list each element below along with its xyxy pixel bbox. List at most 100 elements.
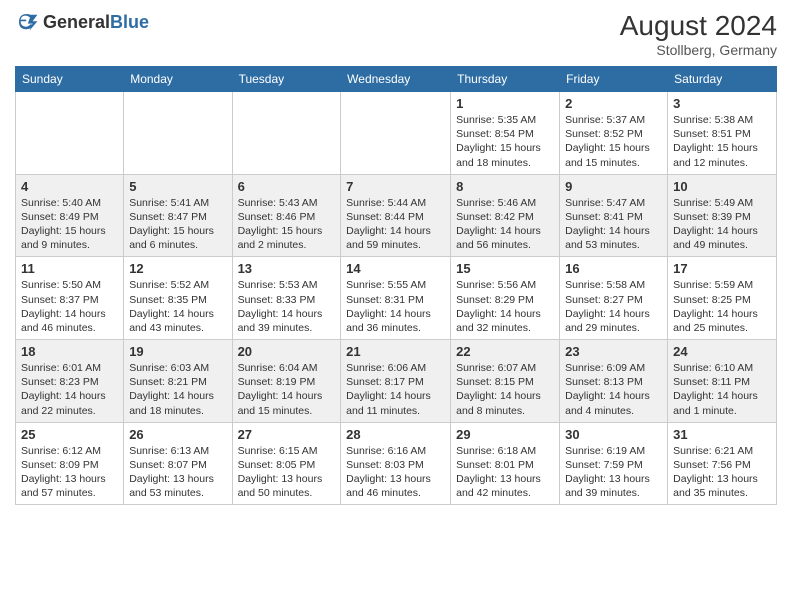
day-number: 18 (21, 344, 118, 359)
day-number: 4 (21, 179, 118, 194)
table-row: 15Sunrise: 5:56 AMSunset: 8:29 PMDayligh… (451, 257, 560, 340)
calendar-week-row: 11Sunrise: 5:50 AMSunset: 8:37 PMDayligh… (16, 257, 777, 340)
day-info: Sunrise: 5:49 AMSunset: 8:39 PMDaylight:… (673, 196, 771, 253)
day-number: 20 (238, 344, 336, 359)
day-info: Sunrise: 6:07 AMSunset: 8:15 PMDaylight:… (456, 361, 554, 418)
day-number: 27 (238, 427, 336, 442)
day-info: Sunrise: 5:56 AMSunset: 8:29 PMDaylight:… (456, 278, 554, 335)
day-number: 29 (456, 427, 554, 442)
table-row: 6Sunrise: 5:43 AMSunset: 8:46 PMDaylight… (232, 174, 341, 257)
day-info: Sunrise: 6:19 AMSunset: 7:59 PMDaylight:… (565, 444, 662, 501)
header-sunday: Sunday (16, 67, 124, 92)
calendar-week-row: 4 Sunrise: 5:40 AMSunset: 8:49 PMDaylight… (16, 174, 777, 257)
table-row: 21Sunrise: 6:06 AMSunset: 8:17 PMDayligh… (341, 340, 451, 423)
day-info: Sunrise: 6:21 AMSunset: 7:56 PMDaylight:… (673, 444, 771, 501)
day-info: Sunrise: 5:52 AMSunset: 8:35 PMDaylight:… (129, 278, 226, 335)
day-info: Sunrise: 5:46 AMSunset: 8:42 PMDaylight:… (456, 196, 554, 253)
header-friday: Friday (560, 67, 668, 92)
table-row: 1Sunrise: 5:35 AMSunset: 8:54 PMDaylight… (451, 92, 560, 175)
table-row: 14 Sunrise: 5:55 AMSunset: 8:31 PMDayligh… (341, 257, 451, 340)
header-saturday: Saturday (668, 67, 777, 92)
header-thursday: Thursday (451, 67, 560, 92)
day-info: Sunrise: 5:50 AMSunset: 8:37 PMDaylight:… (21, 278, 118, 335)
page-header: GeneralBlue August 2024 Stollberg, Germa… (15, 10, 777, 58)
day-info: Sunrise: 5:58 AMSunset: 8:27 PMDaylight:… (565, 278, 662, 335)
day-info: Sunrise: 6:03 AMSunset: 8:21 PMDaylight:… (129, 361, 226, 418)
logo-icon (15, 10, 39, 34)
day-number: 24 (673, 344, 771, 359)
day-info: Sunrise: 5:40 AMSunset: 8:49 PMDaylight:… (21, 196, 118, 253)
header-wednesday: Wednesday (341, 67, 451, 92)
month-year: August 2024 (620, 10, 777, 42)
table-row: 24 Sunrise: 6:10 AMSunset: 8:11 PMDayligh… (668, 340, 777, 423)
day-number: 31 (673, 427, 771, 442)
table-row: 29 Sunrise: 6:18 AMSunset: 8:01 PMDayligh… (451, 422, 560, 505)
day-info: Sunrise: 6:09 AMSunset: 8:13 PMDaylight:… (565, 361, 662, 418)
day-number: 17 (673, 261, 771, 276)
day-info: Sunrise: 6:12 AMSunset: 8:09 PMDaylight:… (21, 444, 118, 501)
day-number: 2 (565, 96, 662, 111)
day-info: Sunrise: 6:01 AMSunset: 8:23 PMDaylight:… (21, 361, 118, 418)
calendar-header-row: Sunday Monday Tuesday Wednesday Thursday… (16, 67, 777, 92)
day-info: Sunrise: 6:13 AMSunset: 8:07 PMDaylight:… (129, 444, 226, 501)
day-number: 26 (129, 427, 226, 442)
table-row: 23 Sunrise: 6:09 AMSunset: 8:13 PMDayligh… (560, 340, 668, 423)
table-row: 10 Sunrise: 5:49 AMSunset: 8:39 PMDayligh… (668, 174, 777, 257)
table-row: 22Sunrise: 6:07 AMSunset: 8:15 PMDayligh… (451, 340, 560, 423)
table-row: 26 Sunrise: 6:13 AMSunset: 8:07 PMDayligh… (124, 422, 232, 505)
table-row: 11Sunrise: 5:50 AMSunset: 8:37 PMDayligh… (16, 257, 124, 340)
day-info: Sunrise: 6:18 AMSunset: 8:01 PMDaylight:… (456, 444, 554, 501)
day-number: 7 (346, 179, 445, 194)
table-row (232, 92, 341, 175)
table-row: 31 Sunrise: 6:21 AMSunset: 7:56 PMDayligh… (668, 422, 777, 505)
day-number: 16 (565, 261, 662, 276)
day-info: Sunrise: 6:06 AMSunset: 8:17 PMDaylight:… (346, 361, 445, 418)
day-number: 13 (238, 261, 336, 276)
calendar-week-row: 25 Sunrise: 6:12 AMSunset: 8:09 PMDayligh… (16, 422, 777, 505)
table-row: 25 Sunrise: 6:12 AMSunset: 8:09 PMDayligh… (16, 422, 124, 505)
day-info: Sunrise: 6:15 AMSunset: 8:05 PMDaylight:… (238, 444, 336, 501)
day-info: Sunrise: 6:16 AMSunset: 8:03 PMDaylight:… (346, 444, 445, 501)
table-row: 7 Sunrise: 5:44 AMSunset: 8:44 PMDaylight… (341, 174, 451, 257)
table-row: 2 Sunrise: 5:37 AMSunset: 8:52 PMDaylight… (560, 92, 668, 175)
day-number: 25 (21, 427, 118, 442)
day-number: 23 (565, 344, 662, 359)
table-row: 5Sunrise: 5:41 AMSunset: 8:47 PMDaylight… (124, 174, 232, 257)
title-block: August 2024 Stollberg, Germany (620, 10, 777, 58)
day-number: 9 (565, 179, 662, 194)
table-row: 12Sunrise: 5:52 AMSunset: 8:35 PMDayligh… (124, 257, 232, 340)
table-row: 30Sunrise: 6:19 AMSunset: 7:59 PMDayligh… (560, 422, 668, 505)
table-row: 19 Sunrise: 6:03 AMSunset: 8:21 PMDayligh… (124, 340, 232, 423)
day-number: 14 (346, 261, 445, 276)
calendar-week-row: 1Sunrise: 5:35 AMSunset: 8:54 PMDaylight… (16, 92, 777, 175)
table-row: 4 Sunrise: 5:40 AMSunset: 8:49 PMDaylight… (16, 174, 124, 257)
day-number: 28 (346, 427, 445, 442)
day-info: Sunrise: 6:04 AMSunset: 8:19 PMDaylight:… (238, 361, 336, 418)
table-row: 3Sunrise: 5:38 AMSunset: 8:51 PMDaylight… (668, 92, 777, 175)
day-number: 8 (456, 179, 554, 194)
day-number: 10 (673, 179, 771, 194)
day-info: Sunrise: 5:47 AMSunset: 8:41 PMDaylight:… (565, 196, 662, 253)
calendar-table: Sunday Monday Tuesday Wednesday Thursday… (15, 66, 777, 505)
day-info: Sunrise: 5:44 AMSunset: 8:44 PMDaylight:… (346, 196, 445, 253)
day-number: 1 (456, 96, 554, 111)
header-monday: Monday (124, 67, 232, 92)
table-row (124, 92, 232, 175)
table-row: 27 Sunrise: 6:15 AMSunset: 8:05 PMDayligh… (232, 422, 341, 505)
day-info: Sunrise: 5:59 AMSunset: 8:25 PMDaylight:… (673, 278, 771, 335)
day-info: Sunrise: 5:55 AMSunset: 8:31 PMDaylight:… (346, 278, 445, 335)
table-row: 28 Sunrise: 6:16 AMSunset: 8:03 PMDayligh… (341, 422, 451, 505)
day-number: 19 (129, 344, 226, 359)
table-row (341, 92, 451, 175)
logo: GeneralBlue (15, 10, 149, 34)
table-row (16, 92, 124, 175)
day-number: 5 (129, 179, 226, 194)
calendar-week-row: 18 Sunrise: 6:01 AMSunset: 8:23 PMDayligh… (16, 340, 777, 423)
day-info: Sunrise: 5:37 AMSunset: 8:52 PMDaylight:… (565, 113, 662, 170)
table-row: 17 Sunrise: 5:59 AMSunset: 8:25 PMDayligh… (668, 257, 777, 340)
day-number: 3 (673, 96, 771, 111)
table-row: 9 Sunrise: 5:47 AMSunset: 8:41 PMDaylight… (560, 174, 668, 257)
logo-text: GeneralBlue (43, 12, 149, 33)
day-info: Sunrise: 6:10 AMSunset: 8:11 PMDaylight:… (673, 361, 771, 418)
table-row: 20 Sunrise: 6:04 AMSunset: 8:19 PMDayligh… (232, 340, 341, 423)
